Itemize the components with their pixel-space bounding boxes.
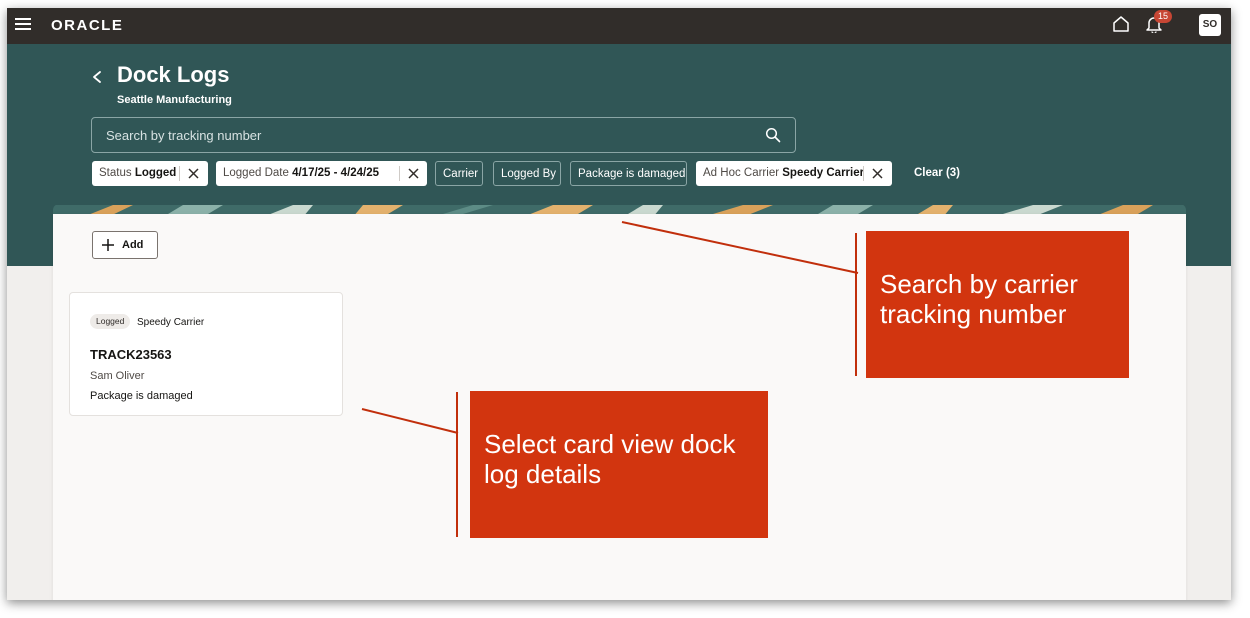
callout-marker-line — [855, 233, 857, 376]
callout-card: Select card view dock log details — [470, 391, 768, 538]
callout-marker-line — [456, 392, 458, 537]
callout-search: Search by carrier tracking number — [866, 231, 1129, 378]
callout-card-text: Select card view dock log details — [484, 429, 736, 489]
callout-search-text: Search by carrier tracking number — [880, 269, 1078, 329]
